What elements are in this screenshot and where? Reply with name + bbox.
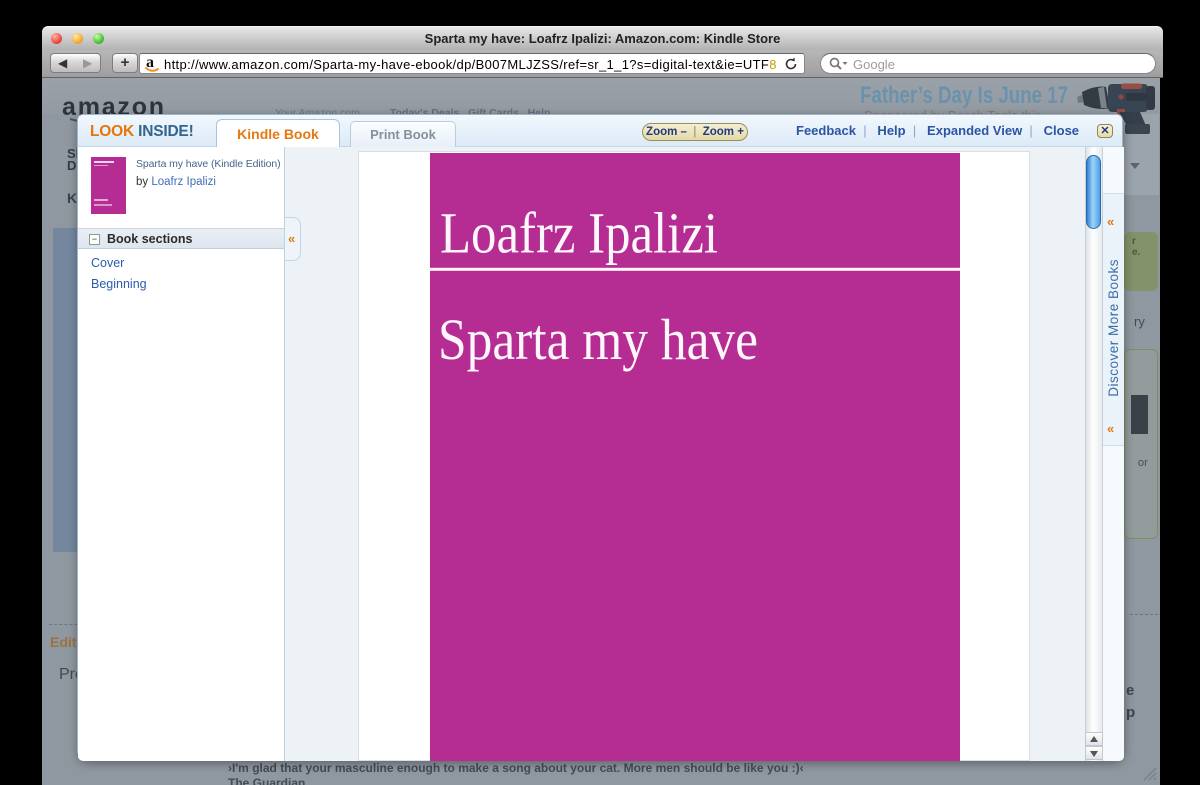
svg-text:Loafrz Ipalizi: Loafrz Ipalizi (440, 201, 718, 266)
svg-text:Sparta my have: Sparta my have (438, 307, 758, 372)
